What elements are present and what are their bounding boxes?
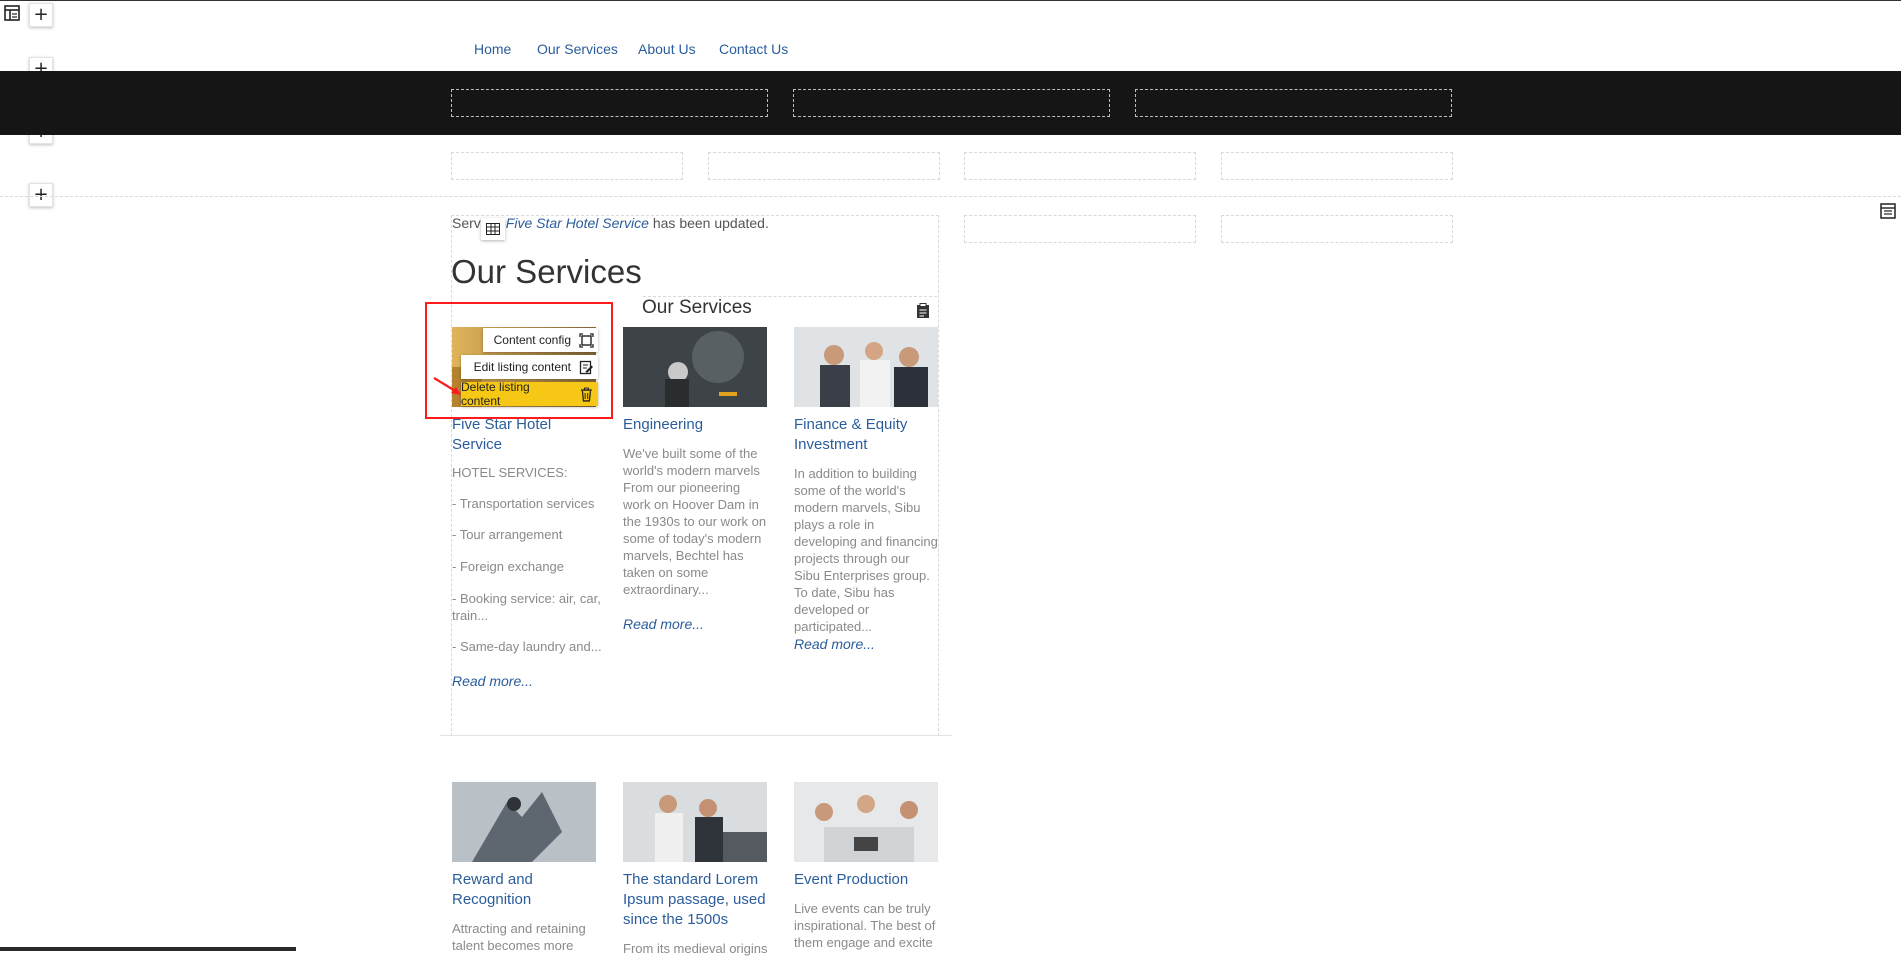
service-image[interactable] <box>794 327 938 407</box>
listing-title: Our Services <box>642 297 752 318</box>
service-image[interactable] <box>452 782 596 862</box>
plus-icon: + <box>33 4 49 25</box>
service-text: - Same-day laundry and... <box>452 639 602 654</box>
top-border <box>0 0 1901 1</box>
add-row-button[interactable]: + <box>29 183 53 207</box>
banner-placeholder[interactable] <box>1135 89 1452 117</box>
service-title[interactable]: Five Star Hotel Service <box>452 415 602 455</box>
service-text: - Foreign exchange <box>452 559 565 574</box>
banner-placeholder[interactable] <box>451 89 768 117</box>
service-image[interactable] <box>794 782 938 862</box>
nav-about-us[interactable]: About Us <box>638 41 696 57</box>
content-placeholder[interactable] <box>451 152 683 180</box>
clipboard-icon[interactable] <box>916 303 930 319</box>
content-placeholder[interactable] <box>1221 152 1453 180</box>
service-title[interactable]: Reward and Recognition <box>452 870 602 910</box>
notice-link[interactable]: Five Star Hotel Service <box>506 215 649 231</box>
content-placeholder[interactable] <box>708 152 940 180</box>
service-text: From its medieval origins <box>623 941 768 956</box>
service-text: In addition to building some of the worl… <box>794 466 938 634</box>
read-more-link[interactable]: Read more... <box>452 673 533 689</box>
annotation-arrow-icon <box>433 377 461 395</box>
layout-config-icon[interactable] <box>1880 203 1896 219</box>
service-text: - Booking service: air, car, train... <box>452 591 601 623</box>
service-text: Attracting and retaining talent becomes … <box>452 921 586 953</box>
service-image[interactable] <box>623 327 767 407</box>
service-text: - Transportation services <box>452 496 595 511</box>
service-text: We've built some of the world's modern m… <box>623 446 767 597</box>
content-placeholder[interactable] <box>1221 215 1453 243</box>
banner-placeholder[interactable] <box>793 89 1110 117</box>
service-title[interactable]: Engineering <box>623 415 773 435</box>
nav-contact-us[interactable]: Contact Us <box>719 41 788 57</box>
grid-edit-icon[interactable] <box>481 218 505 240</box>
service-text: HOTEL SERVICES: <box>452 465 568 480</box>
service-title[interactable]: Finance & Equity Investment <box>794 415 944 455</box>
plus-icon: + <box>33 184 49 205</box>
content-placeholder[interactable] <box>964 215 1196 243</box>
annotation-highlight-box <box>425 302 613 419</box>
read-more-link[interactable]: Read more... <box>623 616 704 632</box>
service-image[interactable] <box>623 782 767 862</box>
service-title[interactable]: The standard Lorem Ipsum passage, used s… <box>623 870 773 930</box>
service-title[interactable]: Event Production <box>794 870 944 890</box>
content-placeholder[interactable] <box>964 152 1196 180</box>
row-divider <box>0 196 1901 197</box>
listing-divider <box>440 735 952 736</box>
layout-icon[interactable] <box>4 5 20 21</box>
page-title: Our Services <box>451 253 642 290</box>
status-bar <box>0 947 296 951</box>
nav-our-services[interactable]: Our Services <box>537 41 618 57</box>
read-more-link[interactable]: Read more... <box>794 636 875 652</box>
service-text: Live events can be truly inspirational. … <box>794 901 936 950</box>
add-row-button[interactable]: + <box>29 3 53 27</box>
nav-home[interactable]: Home <box>474 41 511 57</box>
service-text: - Tour arrangement <box>452 527 563 542</box>
